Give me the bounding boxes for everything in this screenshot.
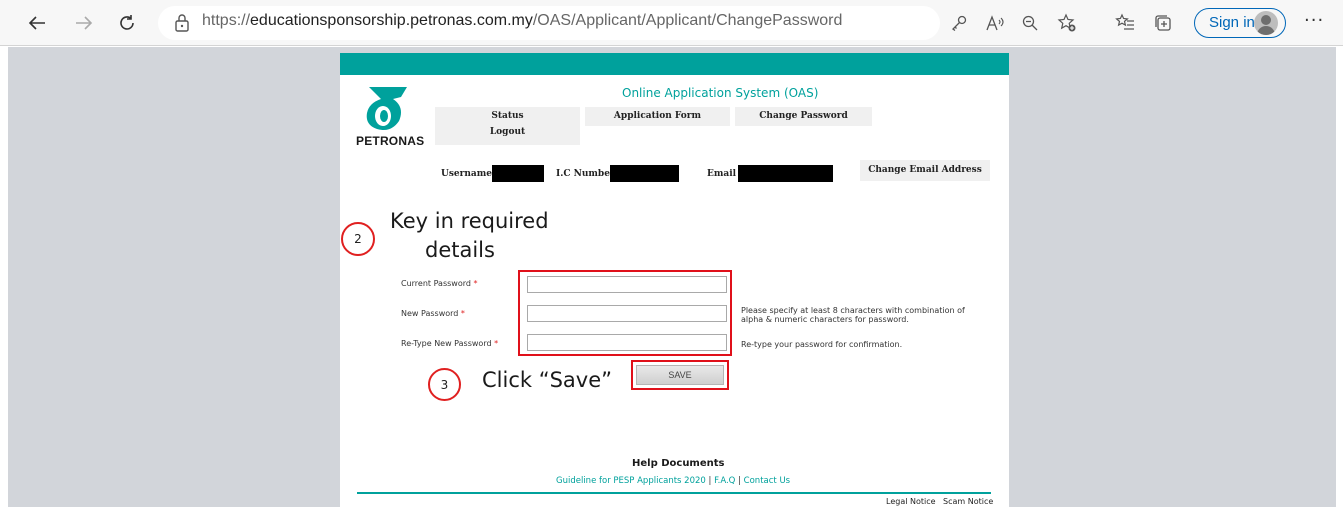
more-icon[interactable]: ··· xyxy=(1304,10,1324,31)
collections-icon[interactable] xyxy=(1150,10,1176,36)
help-links: Guideline for PESP Applicants 2020 | F.A… xyxy=(556,476,791,486)
step-2-text-line2: details xyxy=(425,238,495,262)
profile-avatar xyxy=(1254,11,1278,35)
menu-status-logout: Status Logout xyxy=(435,107,580,145)
save-button[interactable]: SAVE xyxy=(636,365,724,385)
header-banner xyxy=(340,53,1009,75)
email-redacted xyxy=(738,165,833,182)
key-icon[interactable] xyxy=(946,10,972,36)
favorites-icon[interactable] xyxy=(1112,10,1138,36)
new-password-input[interactable] xyxy=(527,305,727,322)
url-text[interactable]: https://educationsponsorship.petronas.co… xyxy=(202,12,842,30)
refresh-icon[interactable] xyxy=(112,8,142,38)
retype-password-label: Re-Type New Password * xyxy=(401,339,499,348)
new-password-label: New Password * xyxy=(401,309,465,318)
menu-change-password[interactable]: Change Password xyxy=(735,107,872,126)
menu-application-form[interactable]: Application Form xyxy=(585,107,730,126)
faq-link[interactable]: F.A.Q xyxy=(714,476,735,486)
back-icon[interactable] xyxy=(22,8,52,38)
menu-status-link[interactable]: Status xyxy=(435,111,580,121)
guideline-link[interactable]: Guideline for PESP Applicants 2020 xyxy=(556,476,706,486)
step-2-marker: 2 xyxy=(341,222,375,256)
system-title: Online Application System (OAS) xyxy=(622,86,819,100)
sign-in-label: Sign in xyxy=(1209,14,1255,31)
retype-password-hint: Re-type your password for confirmation. xyxy=(741,340,903,349)
retype-password-input[interactable] xyxy=(527,334,727,351)
footer-divider xyxy=(357,492,991,494)
menu-logout-link[interactable]: Logout xyxy=(435,127,580,137)
change-email-button[interactable]: Change Email Address xyxy=(860,160,990,181)
lock-icon[interactable] xyxy=(172,12,192,34)
logo-text: PETRONAS xyxy=(356,134,425,148)
scam-notice-link[interactable]: Scam Notice xyxy=(943,497,993,506)
read-aloud-icon[interactable] xyxy=(982,10,1008,36)
step-2-text-line1: Key in required xyxy=(390,209,549,233)
username-redacted xyxy=(492,165,544,182)
step-3-marker: 3 xyxy=(428,368,461,401)
current-password-label: Current Password * xyxy=(401,279,478,288)
help-documents-title: Help Documents xyxy=(632,458,725,469)
sign-in-button[interactable]: Sign in xyxy=(1194,8,1286,38)
ic-number-redacted xyxy=(610,165,679,182)
zoom-icon[interactable] xyxy=(1017,10,1043,36)
contact-us-link[interactable]: Contact Us xyxy=(744,476,790,486)
current-password-input[interactable] xyxy=(527,276,727,293)
step-3-text: Click “Save” xyxy=(482,368,613,392)
forward-icon[interactable] xyxy=(69,8,99,38)
new-password-hint: Please specify at least 8 characters wit… xyxy=(741,306,965,324)
username-label: Username : xyxy=(441,169,499,179)
favorite-add-icon[interactable] xyxy=(1054,10,1080,36)
legal-notice-link[interactable]: Legal Notice xyxy=(886,497,936,506)
